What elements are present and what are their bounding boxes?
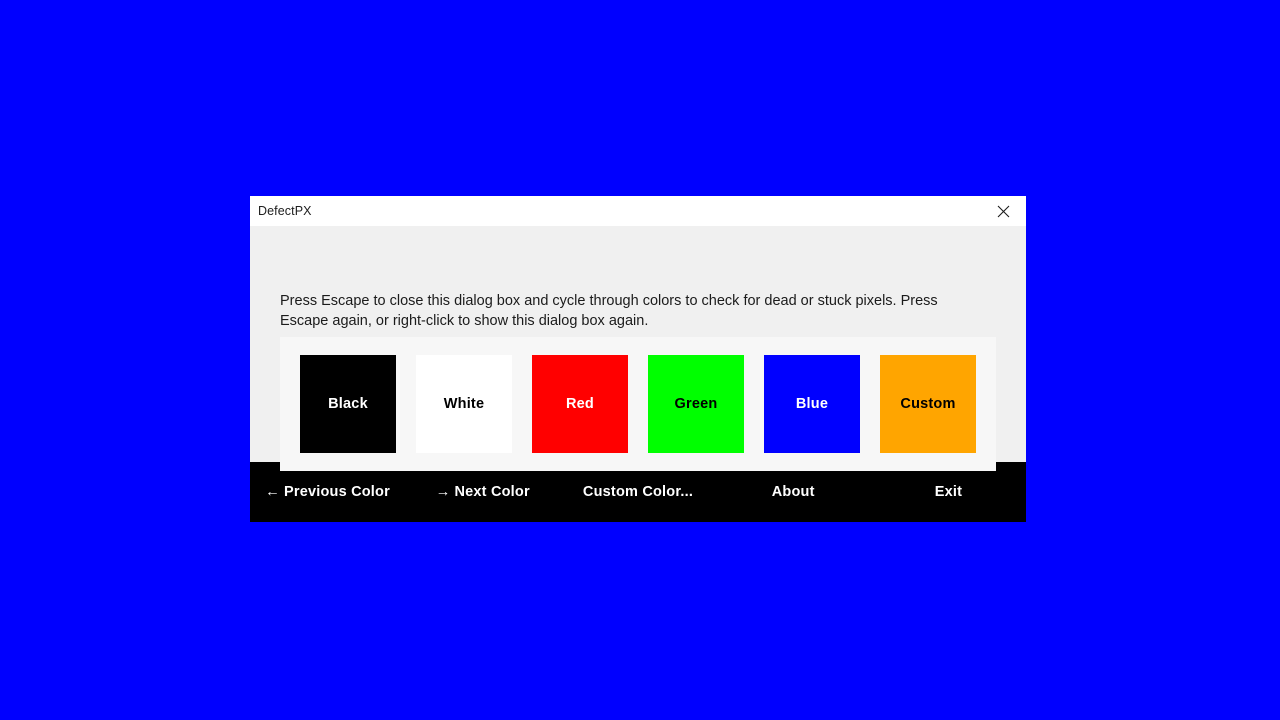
- dialog-title: DefectPX: [258, 203, 312, 218]
- color-swatch-label: Green: [674, 396, 718, 412]
- color-swatch-label: White: [443, 396, 485, 412]
- instructions-text: Press Escape to close this dialog box an…: [280, 292, 938, 329]
- color-swatch-label: Custom: [900, 396, 956, 412]
- color-swatch-custom[interactable]: Custom: [880, 355, 976, 453]
- toolbar-item-label: Previous Color: [283, 484, 390, 500]
- defectpx-dialog: DefectPX Press Escape to close this dial…: [250, 196, 1026, 522]
- color-swatch-green[interactable]: Green: [648, 355, 744, 453]
- toolbar-item-label: Next Color: [454, 484, 530, 500]
- toolbar-item-previous-color[interactable]: ← Previous Color: [250, 484, 405, 500]
- toolbar-item-label: About: [771, 484, 815, 500]
- toolbar-item-custom-color[interactable]: Custom Color...: [560, 484, 715, 500]
- toolbar-item-label: Exit: [934, 484, 963, 500]
- color-swatch-blue[interactable]: Blue: [764, 355, 860, 453]
- desktop-background: DefectPX Press Escape to close this dial…: [0, 0, 1280, 720]
- color-swatch-row: Black White Red Green Blue Custom: [300, 355, 976, 453]
- arrow-left-icon: ←: [265, 484, 280, 500]
- color-swatch-black[interactable]: Black: [300, 355, 396, 453]
- dialog-toolbar: ← Previous Color → Next Color Custom Color..…: [250, 462, 1026, 522]
- arrow-right-icon: →: [435, 484, 451, 500]
- color-swatch-red[interactable]: Red: [532, 355, 628, 453]
- color-swatch-panel: Black White Red Green Blue Custom: [280, 337, 996, 471]
- color-swatch-label: Black: [328, 396, 368, 412]
- color-swatch-label: Blue: [795, 396, 829, 412]
- close-icon: [997, 205, 1010, 218]
- dialog-body: Press Escape to close this dialog box an…: [250, 226, 1026, 471]
- toolbar-item-next-color[interactable]: → Next Color: [405, 484, 560, 500]
- dialog-titlebar: DefectPX: [250, 196, 1026, 226]
- color-swatch-label: Red: [566, 396, 594, 412]
- toolbar-item-about[interactable]: About: [716, 484, 871, 500]
- close-button[interactable]: [981, 196, 1026, 226]
- toolbar-item-exit[interactable]: Exit: [871, 484, 1026, 500]
- color-swatch-white[interactable]: White: [416, 355, 512, 453]
- toolbar-item-label: Custom Color...: [582, 484, 694, 500]
